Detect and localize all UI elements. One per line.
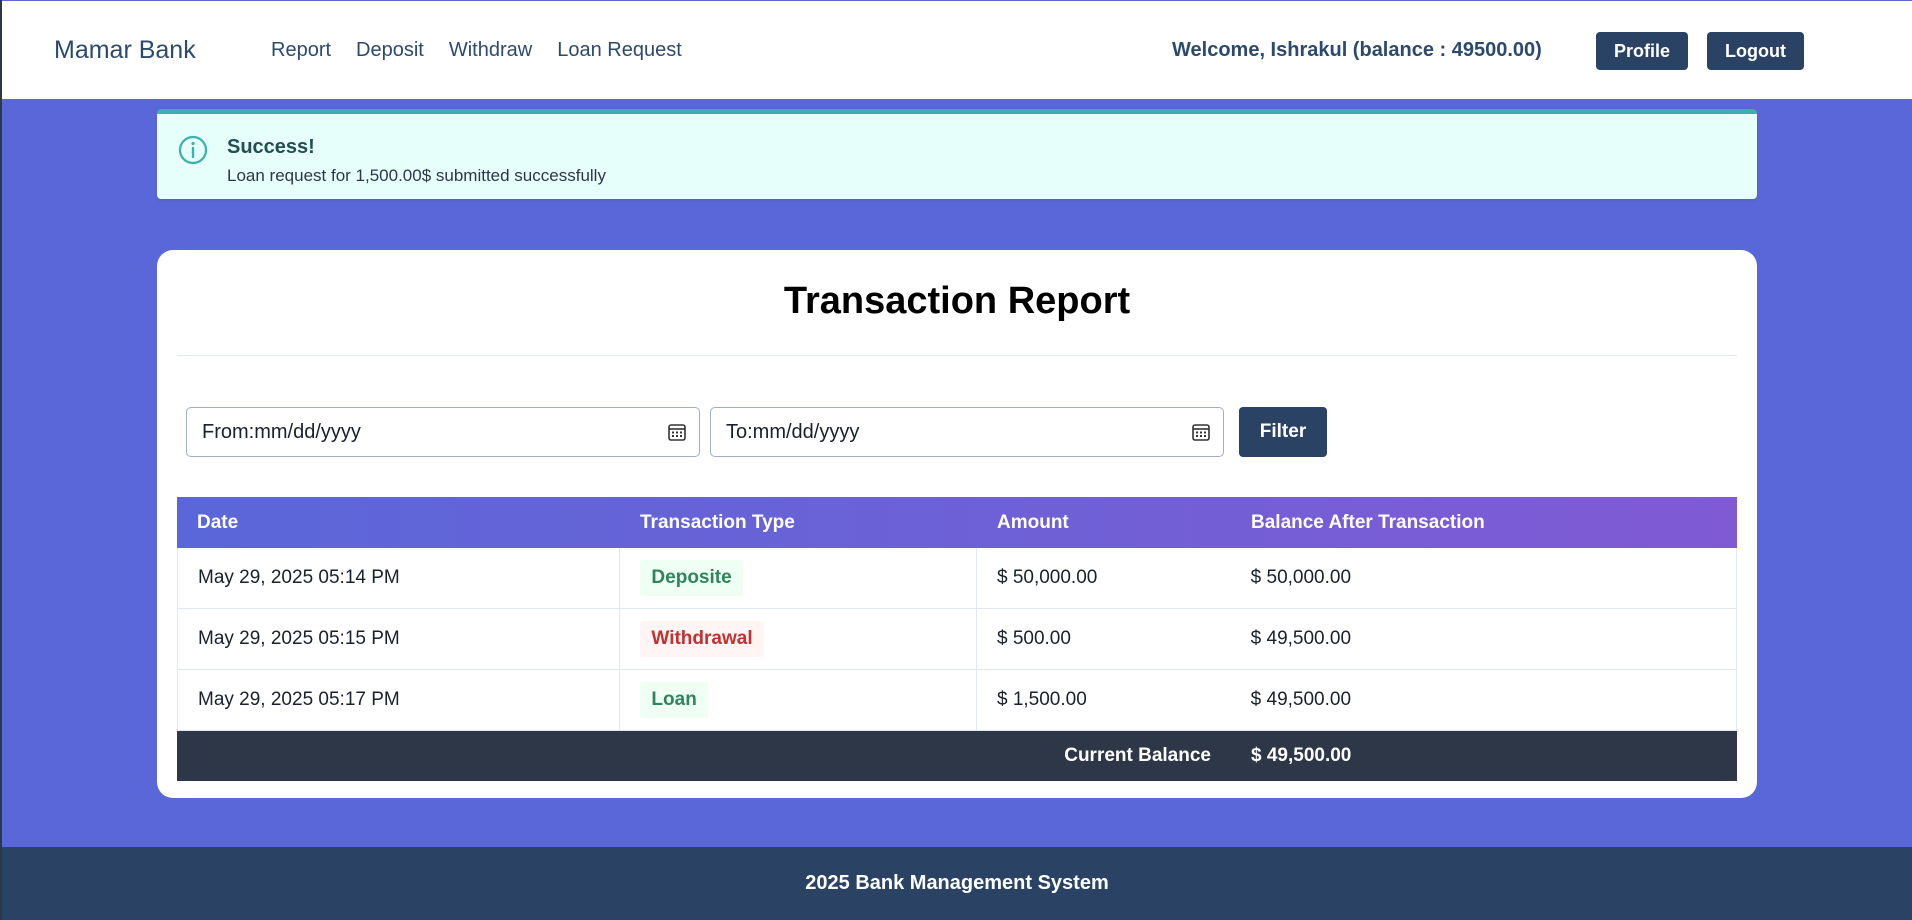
logout-button[interactable]: Logout bbox=[1707, 32, 1804, 70]
to-date-input[interactable]: To:mm/dd/yyyy bbox=[710, 407, 1224, 457]
cell-balance: $ 50,000.00 bbox=[1250, 567, 1352, 588]
table-row: May 29, 2025 05:14 PM Deposite $ 50,000.… bbox=[177, 548, 1737, 609]
info-circle-icon bbox=[177, 134, 209, 166]
nav-link-withdraw[interactable]: Withdraw bbox=[449, 39, 532, 62]
from-date-placeholder: From:mm/dd/yyyy bbox=[202, 420, 361, 443]
from-date-input[interactable]: From:mm/dd/yyyy bbox=[186, 407, 700, 457]
table-row: May 29, 2025 05:15 PM Withdrawal $ 500.0… bbox=[177, 609, 1737, 670]
alert-title: Success! bbox=[227, 136, 315, 158]
column-header-type: Transaction Type bbox=[640, 511, 795, 533]
cell-amount: $ 1,500.00 bbox=[996, 689, 1087, 710]
to-date-placeholder: To:mm/dd/yyyy bbox=[726, 420, 860, 443]
table-row: May 29, 2025 05:17 PM Loan $ 1,500.00 $ … bbox=[177, 670, 1737, 731]
divider bbox=[177, 355, 1737, 356]
welcome-text: Welcome, Ishrakul (balance : 49500.00) bbox=[1172, 39, 1542, 61]
type-badge: Loan bbox=[640, 682, 708, 718]
table-header: Date Transaction Type Amount Balance Aft… bbox=[177, 497, 1737, 548]
navbar: Mamar Bank Report Deposit Withdraw Loan … bbox=[2, 1, 1912, 99]
footer-text: 2025 Bank Management System bbox=[805, 872, 1109, 894]
alert-message: Loan request for 1,500.00$ submitted suc… bbox=[227, 166, 606, 185]
nav-links: Report Deposit Withdraw Loan Request bbox=[271, 39, 682, 62]
cell-balance: $ 49,500.00 bbox=[1250, 689, 1352, 710]
current-balance-label: Current Balance bbox=[1064, 745, 1211, 766]
column-header-amount: Amount bbox=[997, 511, 1069, 533]
window-edge bbox=[0, 0, 2, 920]
cell-type: Deposite bbox=[620, 548, 977, 608]
table-footer: Current Balance $ 49,500.00 bbox=[177, 731, 1737, 781]
cell-type: Withdrawal bbox=[620, 609, 977, 669]
transaction-report-card: Transaction Report From:mm/dd/yyyy To:mm… bbox=[157, 250, 1757, 798]
current-balance-value: $ 49,500.00 bbox=[1251, 745, 1352, 766]
brand-logo[interactable]: Mamar Bank bbox=[54, 36, 196, 65]
transactions-table: Date Transaction Type Amount Balance Aft… bbox=[177, 497, 1737, 781]
column-header-date: Date bbox=[197, 511, 239, 533]
nav-link-loan-request[interactable]: Loan Request bbox=[557, 39, 682, 62]
profile-button[interactable]: Profile bbox=[1596, 32, 1688, 70]
calendar-icon[interactable] bbox=[667, 422, 687, 442]
type-badge: Withdrawal bbox=[640, 621, 764, 657]
cell-date: May 29, 2025 05:17 PM bbox=[178, 670, 621, 730]
column-header-balance: Balance After Transaction bbox=[1251, 511, 1485, 533]
cell-type: Loan bbox=[620, 670, 977, 730]
nav-link-report[interactable]: Report bbox=[271, 39, 331, 62]
page-footer: 2025 Bank Management System bbox=[2, 847, 1912, 920]
cell-date: May 29, 2025 05:15 PM bbox=[178, 609, 621, 669]
cell-amount: $ 50,000.00 bbox=[996, 567, 1098, 588]
page-title: Transaction Report bbox=[783, 280, 1131, 322]
nav-link-deposit[interactable]: Deposit bbox=[356, 39, 424, 62]
cell-date: May 29, 2025 05:14 PM bbox=[178, 548, 621, 608]
cell-amount: $ 500.00 bbox=[996, 628, 1071, 649]
type-badge: Deposite bbox=[640, 560, 743, 596]
cell-balance: $ 49,500.00 bbox=[1250, 628, 1352, 649]
filter-button[interactable]: Filter bbox=[1239, 407, 1327, 457]
calendar-icon[interactable] bbox=[1191, 422, 1211, 442]
success-alert: Success! Loan request for 1,500.00$ subm… bbox=[157, 109, 1757, 199]
